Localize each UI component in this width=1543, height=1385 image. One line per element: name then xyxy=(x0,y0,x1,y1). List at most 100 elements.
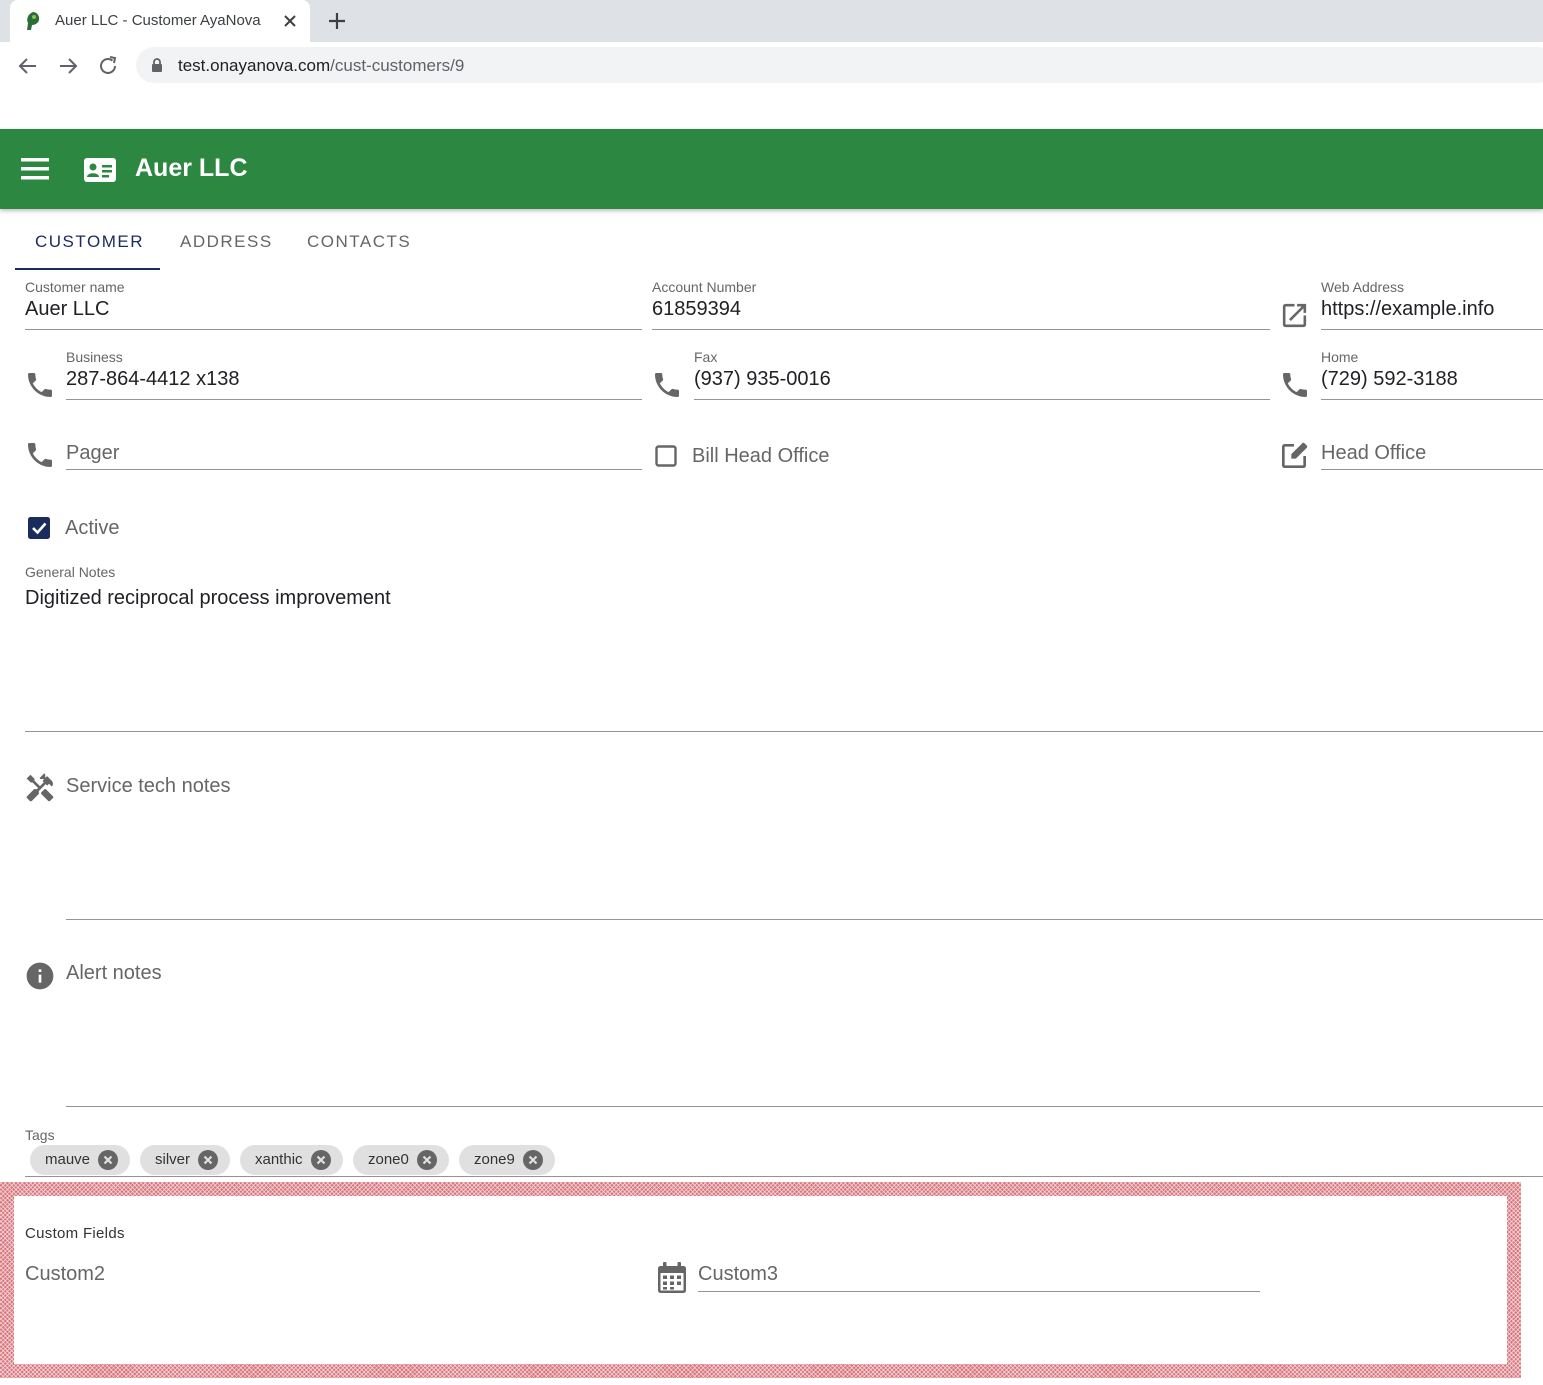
ayanova-logo-icon xyxy=(27,12,40,30)
address-bar[interactable]: test.onayanova.com/cust-customers/9 xyxy=(136,47,1543,83)
calendar-icon[interactable] xyxy=(657,1262,687,1294)
service-tech-notes-placeholder: Service tech notes xyxy=(66,775,231,797)
home-phone-label: Home xyxy=(1321,349,1359,365)
lock-icon xyxy=(152,58,162,72)
active-label[interactable]: Active xyxy=(65,517,119,540)
customer-name-label: Customer name xyxy=(25,279,125,295)
url-text: test.onayanova.com/cust-customers/9 xyxy=(178,56,464,76)
field-underline xyxy=(66,399,642,400)
fax-field[interactable]: Fax (937) 935-0016 xyxy=(694,349,1270,400)
bill-head-office-label[interactable]: Bill Head Office xyxy=(692,445,829,468)
phone-icon xyxy=(28,443,52,467)
custom-fields-section: Custom Fields Custom2 Custom3 xyxy=(14,1196,1507,1364)
account-number-field[interactable]: Account Number 61859394 xyxy=(652,279,1270,330)
reload-icon[interactable] xyxy=(96,54,120,78)
head-office-placeholder: Head Office xyxy=(1321,442,1427,464)
field-underline xyxy=(652,329,1270,330)
url-path: /cust-customers/9 xyxy=(330,56,465,75)
phone-icon xyxy=(28,373,52,397)
hamburger-menu-icon[interactable] xyxy=(21,156,49,182)
web-address-field[interactable]: Web Address https://example.info xyxy=(1321,279,1543,330)
info-icon xyxy=(26,962,54,990)
pager-placeholder: Pager xyxy=(66,442,120,464)
custom3-placeholder: Custom3 xyxy=(698,1263,779,1285)
tab-contacts[interactable]: CONTACTS xyxy=(307,220,411,270)
field-underline xyxy=(25,329,642,330)
tag-chip[interactable]: silver xyxy=(140,1145,230,1175)
edit-icon[interactable] xyxy=(1278,440,1310,472)
tags-label: Tags xyxy=(25,1127,55,1143)
general-notes-value: Digitized reciprocal process improvement xyxy=(25,587,391,609)
tools-icon xyxy=(26,773,54,802)
forward-icon[interactable] xyxy=(56,54,80,78)
web-address-label: Web Address xyxy=(1321,279,1405,295)
tab-address[interactable]: ADDRESS xyxy=(180,220,273,270)
home-phone-value: (729) 592-3188 xyxy=(1321,368,1458,390)
customer-name-value: Auer LLC xyxy=(25,298,110,320)
bill-head-office-checkbox[interactable] xyxy=(655,445,677,467)
browser-toolbar: test.onayanova.com/cust-customers/9 xyxy=(0,42,1543,90)
business-phone-field[interactable]: Business 287-864-4412 x138 xyxy=(66,349,642,400)
custom2-placeholder: Custom2 xyxy=(25,1263,106,1285)
field-underline xyxy=(694,399,1270,400)
field-underline xyxy=(25,731,1543,732)
close-circle-icon[interactable] xyxy=(98,1150,118,1170)
tag-chip[interactable]: mauve xyxy=(30,1145,130,1175)
app-bar: Auer LLC xyxy=(0,129,1543,209)
fax-value: (937) 935-0016 xyxy=(694,368,831,390)
page-title: Auer LLC xyxy=(135,154,248,182)
custom2-field[interactable]: Custom2 xyxy=(25,1248,625,1292)
field-underline xyxy=(1321,469,1543,470)
pager-field[interactable]: Pager xyxy=(66,430,642,470)
active-tab-indicator xyxy=(15,268,160,270)
custom3-date-field[interactable]: Custom3 xyxy=(698,1248,1260,1292)
field-underline xyxy=(1321,329,1543,330)
close-circle-icon[interactable] xyxy=(311,1150,331,1170)
tag-chip-text: silver xyxy=(155,1151,191,1168)
contact-card-icon xyxy=(84,158,116,182)
alert-notes-placeholder: Alert notes xyxy=(66,962,162,984)
tag-chip[interactable]: zone0 xyxy=(353,1145,449,1175)
general-notes-field[interactable]: General Notes Digitized reciprocal proce… xyxy=(25,564,1543,732)
tag-chip-text: mauve xyxy=(45,1151,91,1168)
tag-chip[interactable]: xanthic xyxy=(240,1145,343,1175)
close-icon[interactable] xyxy=(280,11,300,31)
field-underline xyxy=(66,919,1543,920)
business-phone-label: Business xyxy=(66,349,123,365)
close-circle-icon[interactable] xyxy=(523,1150,543,1170)
web-address-value: https://example.info xyxy=(1321,298,1495,320)
back-icon[interactable] xyxy=(16,54,40,78)
head-office-field[interactable]: Head Office xyxy=(1321,430,1543,470)
field-underline xyxy=(25,1176,1543,1177)
active-checkbox[interactable] xyxy=(28,517,50,539)
browser-tab[interactable]: Auer LLC - Customer AyaNova xyxy=(10,0,310,42)
alert-notes-field[interactable]: Alert notes xyxy=(66,952,1543,1107)
account-number-value: 61859394 xyxy=(652,298,741,320)
url-domain: test.onayanova.com xyxy=(178,56,331,75)
field-underline xyxy=(698,1291,1260,1292)
home-phone-field[interactable]: Home (729) 592-3188 xyxy=(1321,349,1543,400)
tag-chip[interactable]: zone9 xyxy=(459,1145,555,1175)
business-phone-value: 287-864-4412 x138 xyxy=(66,368,240,390)
field-underline xyxy=(66,1106,1543,1107)
close-circle-icon[interactable] xyxy=(417,1150,437,1170)
tag-chip-text: zone9 xyxy=(474,1151,515,1168)
phone-icon xyxy=(1283,373,1307,397)
custom-fields-highlight: Custom Fields Custom2 Custom3 xyxy=(0,1182,1521,1378)
service-tech-notes-field[interactable]: Service tech notes xyxy=(66,765,1543,920)
browser-tabstrip: Auer LLC - Customer AyaNova xyxy=(0,0,1543,42)
field-underline xyxy=(1321,399,1543,400)
tab-customer[interactable]: CUSTOMER xyxy=(35,220,144,270)
new-tab-icon[interactable] xyxy=(326,10,348,32)
phone-icon xyxy=(655,373,679,397)
browser-tab-title: Auer LLC - Customer AyaNova xyxy=(55,12,261,29)
custom-fields-title: Custom Fields xyxy=(25,1225,125,1242)
account-number-label: Account Number xyxy=(652,279,757,295)
customer-name-field[interactable]: Customer name Auer LLC xyxy=(25,279,642,330)
general-notes-label: General Notes xyxy=(25,564,116,580)
tag-chip-text: zone0 xyxy=(368,1151,409,1168)
close-circle-icon[interactable] xyxy=(198,1150,218,1170)
tag-chip-text: xanthic xyxy=(255,1151,303,1168)
open-in-new-icon[interactable] xyxy=(1279,300,1310,331)
field-underline xyxy=(66,469,642,470)
